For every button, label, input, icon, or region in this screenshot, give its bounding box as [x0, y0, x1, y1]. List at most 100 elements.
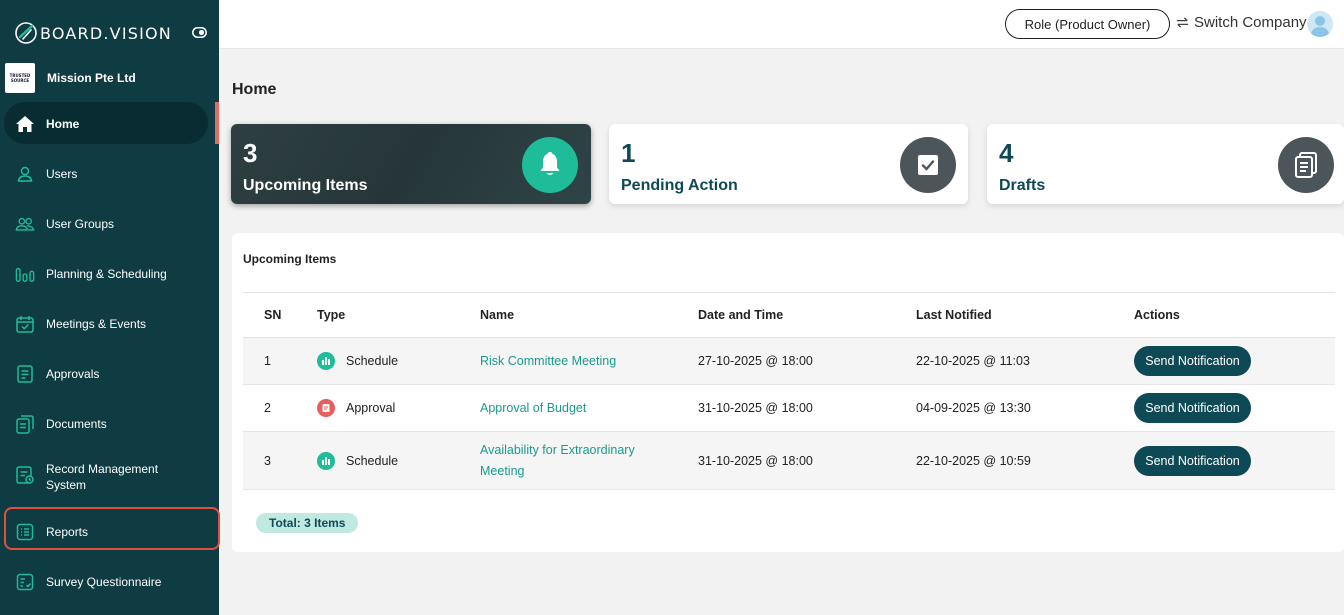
type-label: Approval	[346, 401, 396, 415]
survey-icon	[15, 572, 35, 592]
sidebar-item-label: Approvals	[46, 367, 100, 381]
sidebar-item-label: Home	[46, 117, 80, 131]
table-row: 1 Schedule Risk Committee Meeting 27-10-…	[243, 337, 1335, 385]
send-notification-button[interactable]: Send Notification	[1134, 393, 1251, 423]
record-icon	[15, 465, 35, 485]
stat-card-upcoming[interactable]: 3 Upcoming Items	[231, 124, 591, 204]
column-header[interactable]: Actions	[1134, 292, 1335, 338]
brand-logo-icon	[15, 22, 37, 44]
sidebar-item-home[interactable]: Home	[0, 114, 219, 134]
switch-company-button[interactable]: Switch Company	[1175, 14, 1307, 31]
item-name-link[interactable]: Availability for Extraordinary Meeting	[480, 440, 698, 482]
sidebar-item-survey[interactable]: Survey Questionnaire	[0, 572, 219, 592]
column-header[interactable]: SN	[243, 292, 317, 338]
stat-card-drafts[interactable]: 4 Drafts	[987, 124, 1344, 204]
stat-card-pending[interactable]: 1 Pending Action	[609, 124, 968, 204]
stat-count: 1	[621, 138, 636, 168]
brand[interactable]: BOARD.VISION	[14, 20, 172, 46]
upcoming-items-table: SN Type Name Date and Time Last Notified…	[243, 292, 1335, 490]
cell-actions: Send Notification	[1134, 337, 1335, 385]
cell-date: 31-10-2025 @ 18:00	[698, 384, 916, 432]
cell-actions: Send Notification	[1134, 384, 1335, 432]
sidebar-item-planning-scheduling[interactable]: Planning & Scheduling	[0, 264, 219, 284]
bars-chart-icon	[15, 264, 35, 284]
cell-last-notified: 22-10-2025 @ 11:03	[916, 337, 1134, 385]
sidebar: BOARD.VISION TRUSTED SOURCE Mission Pte …	[0, 0, 220, 615]
sidebar-item-label: Survey Questionnaire	[46, 575, 162, 589]
brand-name: BOARD.VISION	[40, 23, 172, 43]
type-label: Schedule	[346, 453, 399, 468]
stat-label: Pending Action	[621, 177, 738, 194]
home-icon	[15, 114, 35, 134]
cell-type: Schedule	[317, 337, 480, 385]
table-header-row: SN Type Name Date and Time Last Notified…	[243, 292, 1335, 338]
switch-arrows-icon	[1176, 17, 1189, 28]
drafts-icon	[1278, 137, 1334, 193]
role-button[interactable]: Role (Product Owner)	[1005, 9, 1170, 39]
table-row: 3 Schedule Availability for Extraordinar…	[243, 431, 1335, 490]
reports-icon	[15, 522, 35, 542]
stat-count: 4	[999, 138, 1014, 168]
check-box-icon	[900, 137, 956, 193]
stat-label: Drafts	[999, 177, 1046, 194]
schedule-icon	[317, 451, 335, 470]
cell-sn: 2	[243, 384, 317, 432]
upcoming-items-panel: Upcoming Items SN Type Name Date and Tim…	[232, 233, 1344, 552]
sidebar-item-label: User Groups	[46, 217, 115, 231]
sidebar-item-label: Reports	[46, 525, 89, 539]
sidebar-item-label: Meetings & Events	[46, 317, 147, 331]
documents-icon	[15, 414, 35, 434]
sidebar-item-reports[interactable]: Reports	[0, 522, 219, 542]
item-name-line: Meeting	[480, 463, 525, 478]
cell-name: Availability for Extraordinary Meeting	[480, 431, 698, 490]
sidebar-item-approvals[interactable]: Approvals	[0, 364, 219, 384]
schedule-icon	[317, 352, 335, 370]
user-icon	[15, 164, 35, 184]
sidebar-item-label: Users	[46, 167, 78, 181]
cell-date: 31-10-2025 @ 18:00	[698, 431, 916, 490]
sidebar-item-user-groups[interactable]: User Groups	[0, 214, 219, 234]
bell-icon	[522, 137, 578, 193]
item-name-link[interactable]: Risk Committee Meeting	[480, 351, 698, 372]
cell-last-notified: 22-10-2025 @ 10:59	[916, 431, 1134, 490]
sidebar-item-meetings-events[interactable]: Meetings & Events	[0, 314, 219, 334]
company-switcher[interactable]: TRUSTED SOURCE Mission Pte Ltd	[5, 63, 136, 93]
column-header[interactable]: Type	[317, 292, 480, 338]
column-header[interactable]: Last Notified	[916, 292, 1134, 338]
approval-icon	[317, 399, 335, 417]
sidebar-toggle-icon[interactable]	[192, 27, 207, 38]
sidebar-item-label: Planning & Scheduling	[46, 267, 167, 281]
panel-title: Upcoming Items	[243, 252, 337, 266]
cell-type: Schedule	[317, 431, 480, 490]
cell-type: Approval	[317, 384, 480, 432]
user-avatar-icon	[1310, 16, 1330, 37]
type-label: Schedule	[346, 354, 399, 368]
send-notification-button[interactable]: Send Notification	[1134, 346, 1251, 376]
company-logo: TRUSTED SOURCE	[5, 63, 35, 93]
cell-date: 27-10-2025 @ 18:00	[698, 337, 916, 385]
cell-sn: 1	[243, 337, 317, 385]
cell-name: Risk Committee Meeting	[480, 337, 698, 385]
column-header[interactable]: Name	[480, 292, 698, 338]
page-title: Home	[232, 81, 277, 98]
sidebar-item-record-management[interactable]: Record Management System	[0, 461, 219, 493]
sidebar-item-label: Documents	[46, 417, 107, 431]
sidebar-item-users[interactable]: Users	[0, 164, 219, 184]
sidebar-item-label: Record Management System	[46, 462, 159, 492]
avatar[interactable]	[1307, 11, 1333, 37]
approval-doc-icon	[15, 364, 35, 384]
cell-last-notified: 04-09-2025 @ 13:30	[916, 384, 1134, 432]
total-badge: Total: 3 Items	[256, 513, 359, 533]
stat-count: 3	[243, 138, 258, 168]
sidebar-item-documents[interactable]: Documents	[0, 414, 219, 434]
table-row: 2 Approval Approval of Budget 31-10-2025…	[243, 384, 1335, 432]
column-header[interactable]: Date and Time	[698, 292, 916, 338]
switch-company-label: Switch Company	[1194, 14, 1307, 31]
item-name-line: Availability for Extraordinary	[480, 442, 635, 457]
item-name-link[interactable]: Approval of Budget	[480, 398, 698, 419]
cell-actions: Send Notification	[1134, 431, 1335, 490]
send-notification-button[interactable]: Send Notification	[1134, 445, 1251, 476]
stat-label: Upcoming Items	[243, 177, 368, 194]
cell-sn: 3	[243, 431, 317, 490]
users-icon	[15, 214, 35, 234]
